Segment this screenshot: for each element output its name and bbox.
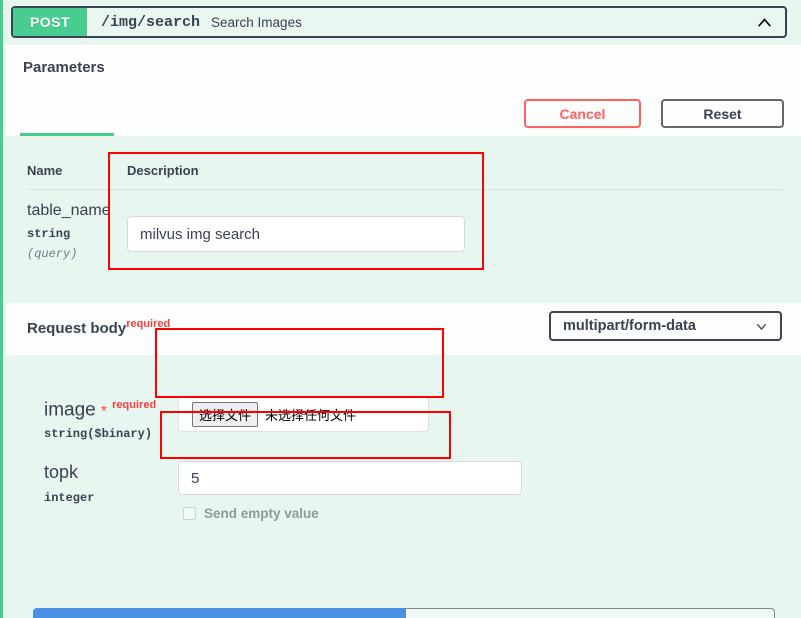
request-body-bar: Request bodyrequired multipart/form-data xyxy=(6,303,801,355)
chevron-up-icon xyxy=(757,17,771,27)
param-name-image: image * required xyxy=(44,399,156,421)
file-selection-status: 未选择任何文件 xyxy=(265,408,357,423)
param-required-star-image: * xyxy=(101,402,107,420)
collapse-toggle-button[interactable] xyxy=(743,8,785,36)
parameters-section: Name Description table_name string (quer… xyxy=(6,136,801,303)
media-type-value: multipart/form-data xyxy=(563,318,696,334)
request-body-required-label: required xyxy=(126,318,171,330)
send-empty-value-row[interactable]: Send empty value xyxy=(183,506,319,521)
param-name-table-name: table_name xyxy=(27,202,111,219)
param-location-table-name: (query) xyxy=(27,247,78,261)
topk-input[interactable] xyxy=(178,461,522,495)
column-header-description: Description xyxy=(127,163,199,178)
operation-body: Parameters Cancel Reset Name Description… xyxy=(6,45,801,618)
param-name-topk: topk xyxy=(44,462,79,482)
send-empty-value-label: Send empty value xyxy=(204,506,319,521)
request-body-text: Request body xyxy=(27,320,127,337)
swagger-operation-block: POST /img/search Search Images Parameter… xyxy=(0,0,801,618)
image-file-input[interactable]: 选择文件 未选择任何文件 xyxy=(178,397,429,432)
choose-file-button[interactable]: 选择文件 xyxy=(192,402,259,427)
table-name-input[interactable] xyxy=(127,216,465,252)
param-type-topk: integer xyxy=(44,491,95,505)
send-empty-value-checkbox[interactable] xyxy=(183,507,196,520)
operation-summary: Search Images xyxy=(211,14,302,30)
http-method-badge: POST xyxy=(13,8,87,36)
table-row-divider xyxy=(27,189,782,190)
operation-path: /img/search xyxy=(101,13,201,31)
param-type-table-name: string xyxy=(27,227,71,241)
tabs-row: Parameters xyxy=(6,45,801,97)
media-type-select[interactable]: multipart/form-data xyxy=(549,311,782,341)
param-type-image: string($binary) xyxy=(44,427,153,441)
operation-header[interactable]: POST /img/search Search Images xyxy=(11,6,787,38)
header-spacer xyxy=(302,8,743,36)
tab-parameters[interactable]: Parameters xyxy=(23,59,105,90)
clear-button[interactable]: Clear xyxy=(405,608,775,618)
cancel-button[interactable]: Cancel xyxy=(524,99,641,128)
param-name-image-text: image xyxy=(44,399,96,421)
chevron-down-icon xyxy=(756,323,767,330)
request-body-label: Request bodyrequired xyxy=(27,318,170,337)
column-header-name: Name xyxy=(27,163,63,178)
param-required-label-image: required xyxy=(112,399,157,411)
reset-button[interactable]: Reset xyxy=(661,99,784,128)
execute-button[interactable]: Execute xyxy=(33,608,405,618)
